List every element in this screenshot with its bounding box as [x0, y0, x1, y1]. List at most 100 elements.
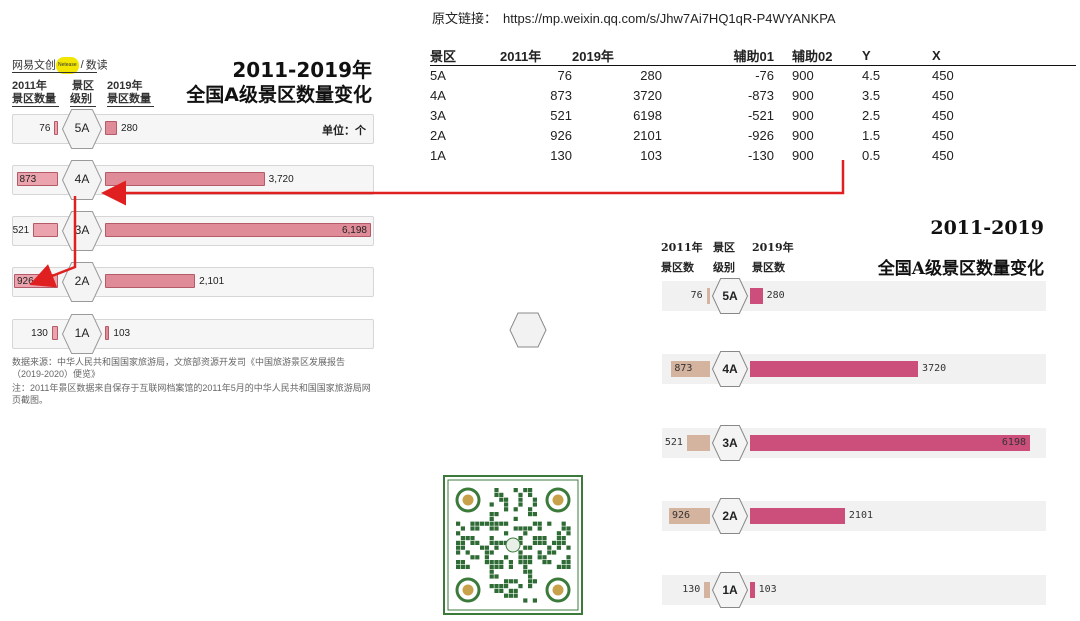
right-bar-2011 — [704, 582, 710, 598]
table-cell: 4A — [430, 87, 446, 103]
right-title-line1: 2011-2019 — [930, 217, 1044, 239]
left-value-2019: 103 — [113, 328, 131, 339]
header-text: 2019年 — [107, 80, 143, 92]
right-value-2019: 2101 — [848, 510, 873, 521]
table-header: 2011年 — [500, 49, 542, 64]
table-cell: 130 — [550, 147, 572, 163]
table-cell: 76 — [557, 67, 572, 83]
left-value-2011: 76 — [39, 123, 51, 134]
hexagon-shape — [509, 312, 547, 348]
table-cell: 450 — [932, 127, 954, 143]
table-cell: -926 — [747, 127, 774, 143]
right-bar-2019 — [750, 508, 845, 524]
table-cell: 873 — [550, 87, 572, 103]
data-table: 景区 2011年 2019年 辅助01 辅助02 Y X 5A 76 280 -76 9… — [430, 46, 992, 165]
left-value-2011: 926 — [17, 276, 34, 287]
header-text: 景区 — [72, 80, 94, 92]
table-cell: 2A — [430, 127, 446, 143]
left-level-label: 1A — [74, 326, 90, 340]
table-cell: -130 — [747, 147, 774, 163]
right-bar-2019 — [750, 288, 763, 304]
table-cell: -521 — [747, 107, 774, 123]
right-value-2011: 130 — [682, 584, 701, 595]
table-cell: 900 — [792, 107, 814, 123]
right-value-2019: 103 — [758, 584, 777, 595]
header-underline — [70, 106, 96, 107]
right-bar-2019 — [750, 361, 919, 377]
header-text: 级别 — [70, 93, 92, 105]
left-bar-2019 — [105, 172, 265, 186]
table-cell: 0.5 — [862, 147, 881, 163]
table-cell: -76 — [755, 67, 774, 83]
table-cell: 900 — [792, 147, 814, 163]
right-bar-2011 — [686, 435, 710, 451]
source-note: 数据来源：中华人民共和国国家旅游局，文旅部资源开发司《中国旅游景区发展报告（20… — [12, 357, 346, 379]
right-level-label: 1A — [722, 583, 738, 597]
table-row: 5A 76 280 -76 900 4.5 450 — [430, 65, 992, 85]
footnote: 注：2011年景区数据来自保存于互联网档案馆的2011年5月的中华人民共和国国家… — [12, 383, 371, 405]
right-value-2019: 280 — [766, 290, 785, 301]
header-text: 2019年 — [752, 241, 794, 254]
table-cell: 2101 — [633, 127, 662, 143]
table-cell: 3.5 — [862, 87, 881, 103]
brand-section: 数读 — [85, 59, 108, 72]
left-title-line2: 全国A级景区数量变化 — [186, 84, 372, 106]
table-row: 2A 926 2101 -926 900 1.5 450 — [430, 125, 992, 145]
table-cell: 5A — [430, 67, 446, 83]
table-cell: 6198 — [633, 107, 662, 123]
header-text: 2011年 — [12, 80, 47, 92]
table-header: 景区 — [430, 49, 457, 64]
left-bar-2019 — [105, 326, 110, 340]
header-text: 景区数 — [661, 261, 694, 274]
table-cell: 103 — [640, 147, 662, 163]
table-cell: 900 — [792, 87, 814, 103]
source-link-url[interactable]: https://mp.weixin.qq.com/s/Jhw7Ai7HQ1qR-… — [503, 11, 836, 26]
table-cell: 900 — [792, 127, 814, 143]
table-cell: 926 — [550, 127, 572, 143]
left-bar-2011 — [33, 223, 58, 237]
brand-name: 网易文创 — [12, 59, 56, 72]
table-cell: 450 — [932, 67, 954, 83]
table-header-rule — [430, 65, 1076, 66]
right-value-2011: 926 — [672, 510, 691, 521]
left-level-label: 5A — [74, 121, 90, 135]
header-text: 景区数量 — [12, 93, 56, 105]
source-link-label: 原文链接： — [432, 11, 498, 26]
brand-underline — [12, 72, 97, 73]
right-level-label: 5A — [722, 289, 738, 303]
right-value-2019: 6198 — [1001, 437, 1026, 448]
left-value-2011: 130 — [31, 328, 48, 339]
right-col-2011-header: 2011年景区数 — [661, 238, 703, 278]
table-cell: 521 — [550, 107, 572, 123]
header-underline — [107, 106, 154, 107]
left-bar-2019 — [105, 274, 196, 288]
right-col-2019-header: 2019年 景区数 — [752, 238, 794, 278]
left-bar-2019 — [105, 223, 371, 237]
left-bar-2011 — [51, 326, 58, 340]
header-text: 2011年 — [661, 241, 703, 254]
table-row: 3A 521 6198 -521 900 2.5 450 — [430, 105, 992, 125]
right-value-2019: 3720 — [922, 363, 947, 374]
left-col-2019-header: 2019年 景区数量 — [107, 80, 151, 106]
right-level-label: 2A — [722, 509, 738, 523]
table-header: 辅助01 — [733, 49, 774, 64]
left-value-2019: 2,101 — [199, 276, 225, 287]
table-header: X — [932, 48, 941, 63]
table-cell: 3720 — [633, 87, 662, 103]
source-link-line: 原文链接： https://mp.weixin.qq.com/s/Jhw7Ai7H… — [432, 8, 836, 27]
table-header: Y — [862, 48, 871, 63]
left-bar-2019 — [105, 121, 118, 135]
header-text: 级别 — [713, 261, 735, 274]
table-cell: -873 — [747, 87, 774, 103]
right-col-level-header: 景区 级别 — [713, 238, 735, 278]
table-cell: 4.5 — [862, 67, 881, 83]
qr-code-image[interactable] — [442, 474, 584, 616]
left-value-2019: 6,198 — [341, 225, 367, 236]
table-cell: 1A — [430, 147, 446, 163]
table-row: 1A 130 103 -130 900 0.5 450 — [430, 145, 992, 165]
table-cell: 2.5 — [862, 107, 881, 123]
left-value-2019: 280 — [121, 123, 138, 134]
table-cell: 450 — [932, 87, 954, 103]
left-value-2011: 521 — [12, 225, 30, 236]
table-row: 4A 873 3720 -873 900 3.5 450 — [430, 85, 992, 105]
